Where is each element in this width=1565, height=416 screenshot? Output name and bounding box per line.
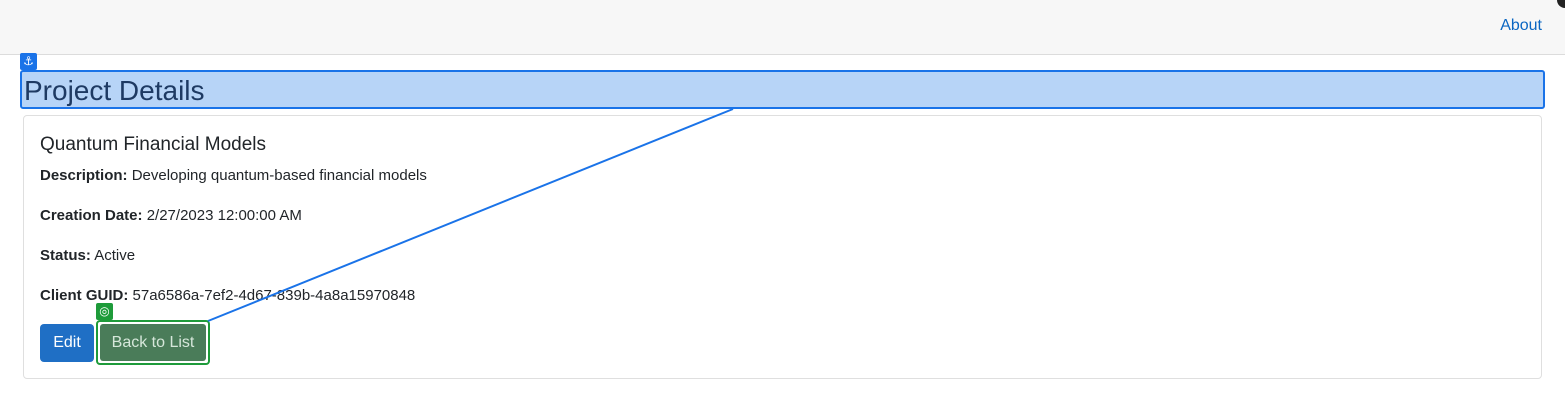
field-value: 2/27/2023 12:00:00 AM	[146, 207, 302, 224]
window-corner	[1557, 0, 1565, 8]
field-value: Active	[94, 247, 136, 264]
field-status: Status: Active	[40, 247, 135, 264]
back-button-highlight: Back to List	[96, 320, 210, 365]
field-value: 57a6586a-7ef2-4d67-839b-4a8a15970848	[132, 287, 416, 304]
field-label: Client GUID:	[40, 287, 129, 304]
anchor-icon: ⚓	[20, 53, 37, 70]
field-value: Developing quantum-based financial model…	[131, 167, 427, 184]
back-to-list-button[interactable]: Back to List	[100, 324, 206, 361]
top-navbar: About	[0, 0, 1565, 55]
field-label: Creation Date:	[40, 207, 143, 224]
target-icon: ◎	[96, 303, 113, 320]
page-title: Project Details	[24, 75, 205, 106]
field-label: Description:	[40, 167, 128, 184]
edit-button[interactable]: Edit	[40, 324, 94, 362]
project-details-card: Quantum Financial Models Description: De…	[23, 115, 1542, 379]
page-title-highlight: Project Details	[20, 70, 1545, 109]
field-client-guid: Client GUID: 57a6586a-7ef2-4d67-839b-4a8…	[40, 287, 415, 304]
project-name: Quantum Financial Models	[40, 134, 266, 155]
field-label: Status:	[40, 247, 91, 264]
field-description: Description: Developing quantum-based fi…	[40, 167, 427, 184]
nav-link-about[interactable]: About	[1500, 17, 1542, 35]
field-creation-date: Creation Date: 2/27/2023 12:00:00 AM	[40, 207, 302, 224]
